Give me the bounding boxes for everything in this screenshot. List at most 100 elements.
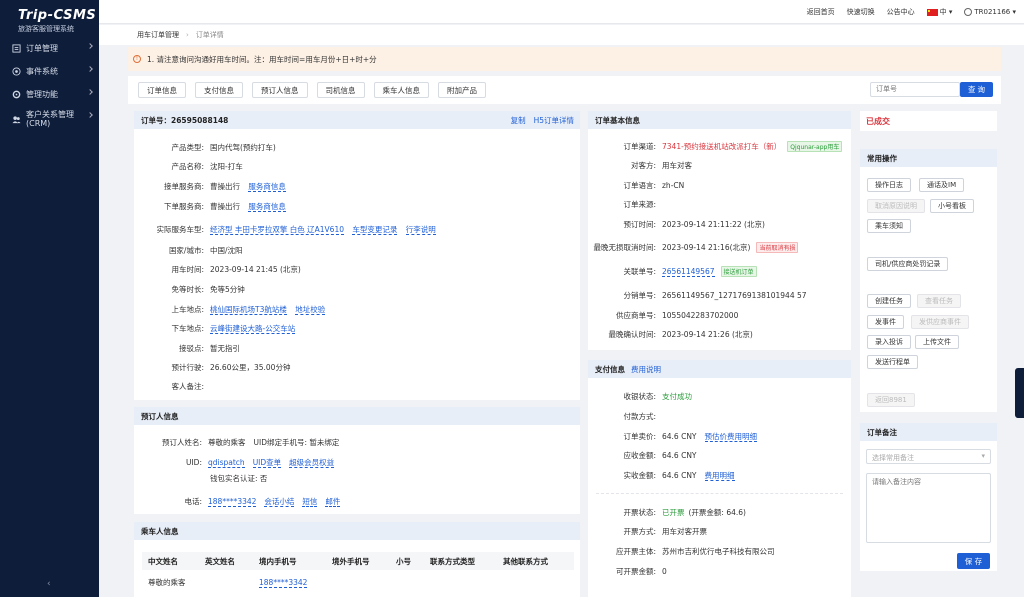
estimate-fee-link[interactable]: 预估价费用明细 — [704, 432, 758, 442]
breadcrumb-separator: › — [186, 31, 189, 39]
sidebar-item-orders[interactable]: 订单管理 — [0, 37, 99, 59]
manage-icon — [12, 90, 21, 98]
field-value: 苏州市吉利优行电子科技有限公司 — [662, 547, 775, 556]
pickup-address-link[interactable]: 桃仙国际机场T3航站楼 — [210, 305, 287, 315]
tab-passenger-info[interactable]: 乘车人信息 — [373, 82, 429, 98]
save-note-button[interactable]: 保 存 — [957, 553, 990, 569]
supplier-event-button[interactable]: 发供应商事件 — [911, 315, 969, 329]
floating-side-tab[interactable] — [1015, 368, 1024, 418]
quick-switch-link[interactable]: 快速切换 — [847, 7, 875, 17]
vip-benefit-link[interactable]: 超级会员权益 — [289, 458, 335, 468]
payment-header: 支付信息 费用说明 — [588, 360, 851, 378]
collapse-sidebar-button[interactable]: ‹ — [47, 579, 51, 589]
address-verify-link[interactable]: 地址校验 — [295, 305, 326, 315]
passenger-cn-name: 尊敬的乘客 — [148, 577, 186, 587]
sidebar-item-manage[interactable]: 管理功能 — [0, 83, 99, 105]
send-itinerary-button[interactable]: 发送行程单 — [867, 355, 918, 369]
invoice-status-value: 已开票 — [662, 508, 685, 517]
field-label: 最晚确认时间: — [608, 330, 656, 339]
create-task-button[interactable]: 创建任务 — [867, 294, 911, 308]
field-value: 2023-09-14 21:16(北京) — [662, 243, 751, 252]
complaint-button[interactable]: 录入投诉 — [867, 335, 911, 349]
fee-explain-link[interactable]: 费用说明 — [631, 364, 661, 375]
invoice-method-row: 开票方式: 用车对客开票 — [588, 526, 707, 537]
call-summary-link[interactable]: 会话小结 — [264, 497, 295, 507]
remark-row: 客人备注: — [134, 381, 210, 392]
tab-payment-info[interactable]: 支付信息 — [195, 82, 243, 98]
user-name: TR021166 — [974, 8, 1011, 16]
sidebar-item-crm[interactable]: 客户关系管理 (CRM) — [0, 106, 99, 132]
field-label: 供应商单号: — [615, 311, 656, 320]
note-select[interactable]: 选择常用备注 ▾ — [866, 449, 991, 464]
fee-detail-link[interactable]: 费用明细 — [704, 471, 735, 481]
field-value: 曹操出行 — [210, 202, 240, 211]
tab-addon-products[interactable]: 附加产品 — [438, 82, 486, 98]
tab-driver-info[interactable]: 司机信息 — [316, 82, 365, 98]
field-label: 国家/城市: — [168, 246, 204, 255]
field-value: 用车对客 — [662, 161, 692, 170]
passenger-phone-link[interactable]: 188****3342 — [259, 577, 308, 588]
search-button[interactable]: 查 询 — [960, 82, 993, 97]
note-textarea[interactable] — [866, 473, 991, 543]
supplier-row: 供应商单号: 1055042283702000 — [588, 310, 738, 321]
field-value: 2023-09-14 21:11:22 (北京) — [662, 220, 765, 229]
related-order-link[interactable]: 26561149567 — [662, 267, 715, 277]
h5-order-detail-link[interactable]: H5订单详情 — [534, 115, 574, 126]
car-notice-button[interactable]: 乘车须知 — [867, 219, 911, 233]
actual-service-row: 实际服务车型: 经济型 丰田卡罗拉双擎 白色 辽A1V610 车型变更记录 行李说… — [134, 224, 436, 235]
home-link[interactable]: 返回首页 — [807, 7, 835, 17]
upload-file-button[interactable]: 上传文件 — [915, 335, 959, 349]
sidebar-item-events[interactable]: 事件系统 — [0, 60, 99, 82]
sms-link[interactable]: 短信 — [302, 497, 318, 507]
tab-order-info[interactable]: 订单信息 — [138, 82, 186, 98]
phone-row: 电话: 188****3342 会话小结 短信 邮件 — [134, 496, 341, 507]
field-label: 产品名称: — [171, 162, 204, 171]
announcement-link[interactable]: 公告中心 — [887, 7, 915, 17]
breadcrumb-parent[interactable]: 用车订单管理 — [137, 30, 179, 40]
uid-link[interactable]: qdispatch — [208, 458, 245, 468]
order-search-input[interactable] — [870, 82, 960, 97]
column-header: 境内手机号 — [259, 556, 297, 566]
phone-link[interactable]: 188****3342 — [208, 497, 257, 507]
mail-link[interactable]: 邮件 — [325, 497, 341, 507]
copy-link[interactable]: 复制 — [511, 115, 526, 126]
field-value: 免等5分钟 — [210, 285, 245, 294]
car-change-record-link[interactable]: 车型变更记录 — [352, 225, 398, 235]
cancel-reason-button[interactable]: 取消原因说明 — [867, 199, 925, 213]
order-basic-header: 订单基本信息 — [588, 111, 851, 129]
view-task-button[interactable]: 查看任务 — [917, 294, 961, 308]
language-select[interactable]: 中 ▾ — [926, 7, 952, 17]
luggage-info-link[interactable]: 行李说明 — [405, 225, 436, 235]
book-time-row: 预订时间: 2023-09-14 21:11:22 (北京) — [588, 219, 765, 230]
driver-penalty-button[interactable]: 司机/供应商处罚记录 — [867, 257, 949, 271]
car-model-link[interactable]: 经济型 丰田卡罗拉双擎 白色 辽A1V610 — [210, 225, 344, 235]
divider — [596, 493, 843, 494]
field-label: 预计行驶: — [171, 363, 204, 372]
service-info-link[interactable]: 服务商信息 — [248, 202, 286, 212]
uid-query-link[interactable]: UID查单 — [252, 458, 282, 468]
column-header: 境外手机号 — [332, 556, 370, 566]
field-label: 可开票金额: — [615, 567, 656, 576]
order-basic-panel: 订单基本信息 订单渠道: 7341-预约接送机站改派打车（新） Qjqunar-ap… — [588, 111, 851, 350]
receivable-row: 应收金额: 64.6 CNY — [588, 450, 696, 461]
column-header: 英文姓名 — [205, 556, 235, 566]
common-ops-header: 常用操作 — [860, 149, 997, 167]
common-ops-panel: 常用操作 操作日志 通话及IM 取消原因说明 小号看板 乘车须知 司机/供应商处… — [860, 149, 997, 412]
field-label: 客人备注: — [171, 382, 204, 391]
user-menu[interactable]: TR021166 ▾ — [964, 8, 1016, 16]
dropoff-address-link[interactable]: 云峰街建设大路-公交车站 — [210, 324, 296, 334]
return-button[interactable]: 返回8981 — [867, 393, 915, 407]
order-info-header: 订单号： 26595088148 复制 H5订单详情 — [134, 111, 580, 129]
field-label: 对客方: — [630, 161, 656, 170]
cancel-tag: 当前取消有损 — [756, 242, 799, 253]
order-status-panel: 已成交 — [860, 111, 997, 131]
op-log-button[interactable]: 操作日志 — [867, 178, 911, 192]
order-no: 26595088148 — [171, 115, 229, 125]
send-event-button[interactable]: 发事件 — [867, 315, 904, 329]
service-info-link[interactable]: 服务商信息 — [248, 182, 286, 192]
small-board-button[interactable]: 小号看板 — [930, 199, 974, 213]
field-label: 产品类型: — [171, 143, 204, 152]
call-im-button[interactable]: 通话及IM — [919, 178, 965, 192]
pay-status-row: 收银状态: 支付成功 — [588, 391, 692, 402]
tab-booker-info[interactable]: 预订人信息 — [252, 82, 308, 98]
